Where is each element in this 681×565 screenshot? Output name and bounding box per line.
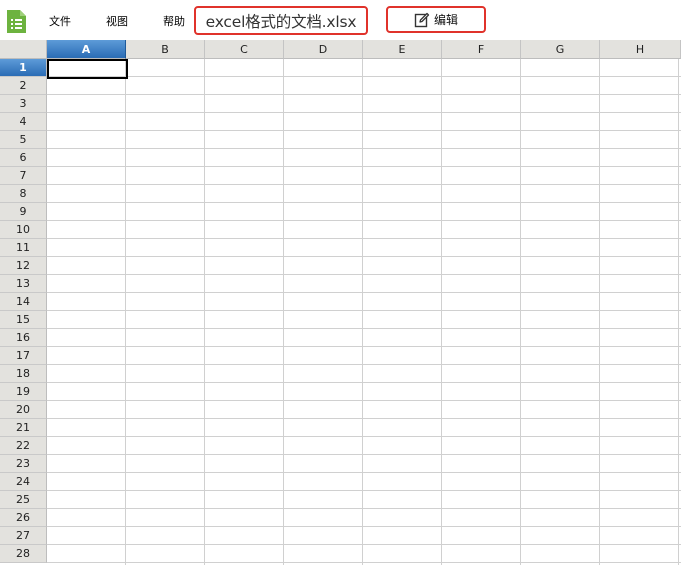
row-header-17[interactable]: 17 bbox=[0, 347, 47, 365]
column-header-G[interactable]: G bbox=[521, 40, 600, 59]
row-header-20[interactable]: 20 bbox=[0, 401, 47, 419]
row-header-8[interactable]: 8 bbox=[0, 185, 47, 203]
menu-help[interactable]: 帮助 bbox=[163, 14, 185, 29]
row-header-4[interactable]: 4 bbox=[0, 113, 47, 131]
row-header-5[interactable]: 5 bbox=[0, 131, 47, 149]
cell-area[interactable] bbox=[47, 59, 681, 565]
column-header-D[interactable]: D bbox=[284, 40, 363, 59]
row-header-14[interactable]: 14 bbox=[0, 293, 47, 311]
row-header-21[interactable]: 21 bbox=[0, 419, 47, 437]
row-header-27[interactable]: 27 bbox=[0, 527, 47, 545]
edit-button[interactable]: 编辑 bbox=[386, 6, 486, 33]
row-header-15[interactable]: 15 bbox=[0, 311, 47, 329]
edit-button-label: 编辑 bbox=[433, 13, 458, 27]
row-header-9[interactable]: 9 bbox=[0, 203, 47, 221]
column-header-C[interactable]: C bbox=[205, 40, 284, 59]
row-header-6[interactable]: 6 bbox=[0, 149, 47, 167]
row-header-22[interactable]: 22 bbox=[0, 437, 47, 455]
document-title: excel格式的文档.xlsx bbox=[205, 12, 357, 31]
column-header-F[interactable]: F bbox=[442, 40, 521, 59]
row-header-1[interactable]: 1 bbox=[0, 59, 47, 77]
row-header-24[interactable]: 24 bbox=[0, 473, 47, 491]
edit-icon bbox=[414, 12, 430, 27]
spreadsheet-app-icon[interactable] bbox=[6, 9, 27, 34]
column-header-H[interactable]: H bbox=[600, 40, 681, 59]
row-header-10[interactable]: 10 bbox=[0, 221, 47, 239]
row-header-2[interactable]: 2 bbox=[0, 77, 47, 95]
row-header-7[interactable]: 7 bbox=[0, 167, 47, 185]
column-header-E[interactable]: E bbox=[363, 40, 442, 59]
column-header-B[interactable]: B bbox=[126, 40, 205, 59]
active-cell-A1[interactable] bbox=[47, 59, 128, 79]
row-header-13[interactable]: 13 bbox=[0, 275, 47, 293]
document-title-box: excel格式的文档.xlsx bbox=[194, 6, 368, 35]
row-header-18[interactable]: 18 bbox=[0, 365, 47, 383]
menu-file[interactable]: 文件 bbox=[49, 14, 71, 29]
row-header-16[interactable]: 16 bbox=[0, 329, 47, 347]
row-header-25[interactable]: 25 bbox=[0, 491, 47, 509]
row-header-11[interactable]: 11 bbox=[0, 239, 47, 257]
select-all-corner[interactable] bbox=[0, 40, 47, 59]
row-header-28[interactable]: 28 bbox=[0, 545, 47, 563]
row-header-26[interactable]: 26 bbox=[0, 509, 47, 527]
row-header-3[interactable]: 3 bbox=[0, 95, 47, 113]
row-header-23[interactable]: 23 bbox=[0, 455, 47, 473]
toolbar: 文件 视图 帮助 excel格式的文档.xlsx 编辑 bbox=[0, 0, 681, 39]
menu-view[interactable]: 视图 bbox=[106, 14, 128, 29]
row-header-19[interactable]: 19 bbox=[0, 383, 47, 401]
row-header-12[interactable]: 12 bbox=[0, 257, 47, 275]
column-header-A[interactable]: A bbox=[47, 40, 126, 59]
